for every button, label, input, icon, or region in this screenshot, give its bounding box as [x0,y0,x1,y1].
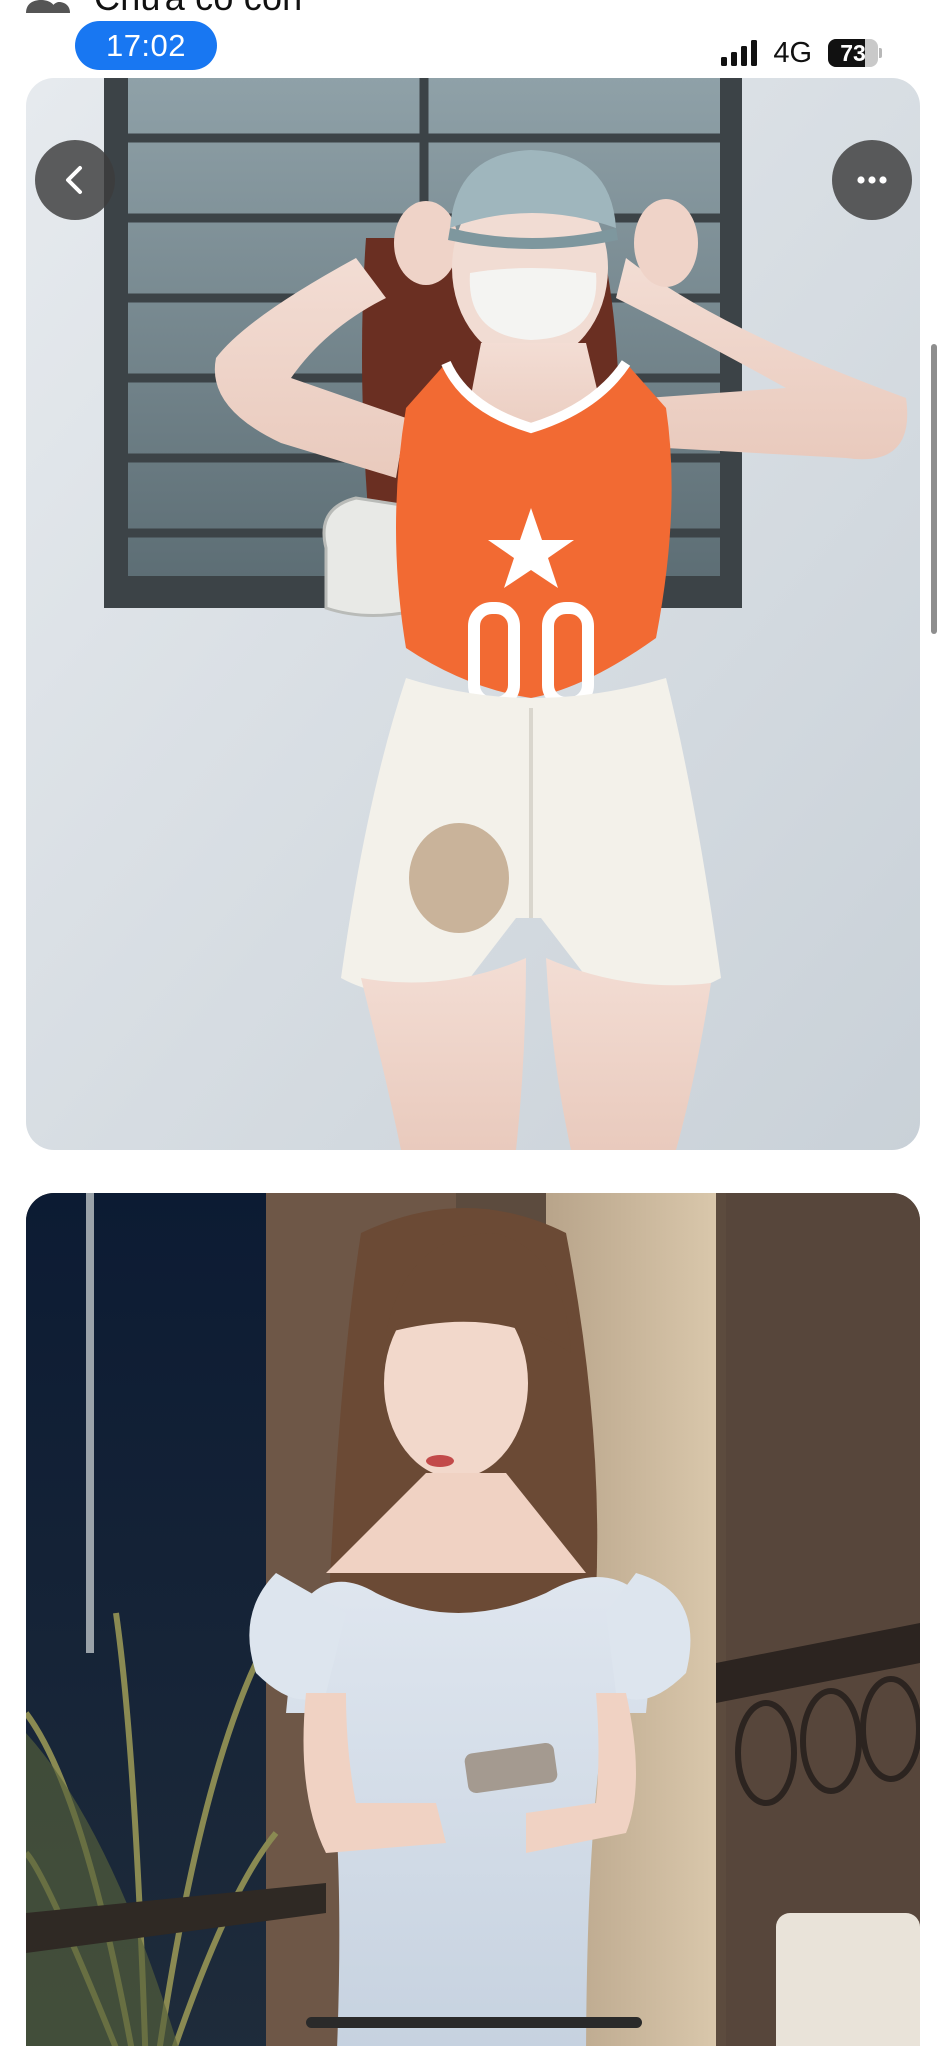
back-button[interactable] [35,140,115,220]
network-type: 4G [773,36,812,69]
scroll-indicator [931,344,937,634]
photo-2-image [26,1193,920,2046]
signal-icon [721,40,758,66]
peek-label: Chưa có con [94,0,302,19]
status-indicators: 4G 73 [721,36,882,70]
chevron-left-icon [66,166,82,194]
time-pill[interactable]: 17:02 [75,21,217,70]
photo-card-2[interactable] [26,1193,920,2046]
status-bar: Chưa có con 17:02 4G 73 [0,0,946,78]
previous-section-peek: Chưa có con [26,0,302,18]
photo-viewer-screen: Chưa có con 17:02 4G 73 [0,0,946,2046]
people-icon [26,0,70,13]
more-options-button[interactable] [832,140,912,220]
photo-card-1[interactable] [26,78,920,1150]
photo-1-image [26,78,920,1150]
battery-percent: 73 [840,39,866,66]
battery-icon: 73 [828,39,882,67]
home-indicator[interactable] [306,2017,642,2028]
more-horizontal-icon [857,176,887,184]
